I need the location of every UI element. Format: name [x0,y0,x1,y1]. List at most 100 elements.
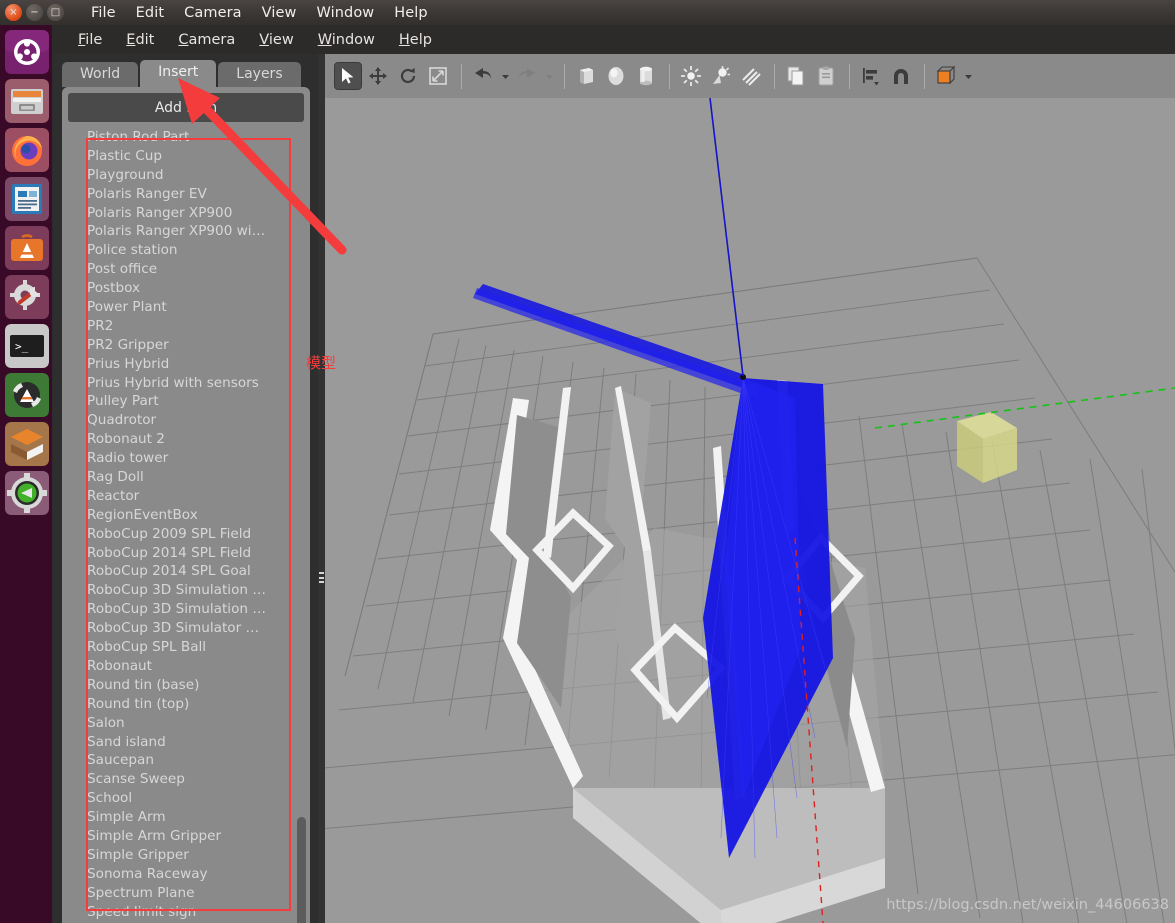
ubuntu-software-icon[interactable] [5,226,49,270]
toolbar-separator [774,63,775,89]
view-angle-dropdown-icon[interactable] [962,62,974,90]
model-list-item[interactable]: RoboCup 2014 SPL Field [62,544,310,563]
model-list-item[interactable]: RoboCup 3D Simulator … [62,619,310,638]
model-list-item[interactable]: RoboCup SPL Ball [62,638,310,657]
align-icon[interactable] [857,62,885,90]
model-list-item[interactable]: Spectrum Plane [62,884,310,903]
compass-icon[interactable] [5,471,49,515]
model-list-item[interactable]: Robonaut [62,657,310,676]
model-list-item[interactable]: Prius Hybrid with sensors [62,374,310,393]
menu-view[interactable]: View [247,32,305,48]
software-updater-icon[interactable] [5,373,49,417]
minimize-icon[interactable]: − [26,4,43,21]
view-angle-icon[interactable] [932,62,960,90]
tab-insert[interactable]: Insert [140,60,217,87]
model-list-item[interactable]: Radio tower [62,449,310,468]
maximize-icon[interactable]: □ [47,4,64,21]
model-list-item[interactable]: Police station [62,241,310,260]
model-list-item[interactable]: Sand island [62,733,310,752]
global-menu-edit[interactable]: Edit [126,5,174,21]
model-list-item[interactable]: Scanse Sweep [62,770,310,789]
model-list-item[interactable]: Saucepan [62,751,310,770]
model-list-item[interactable]: Simple Arm [62,808,310,827]
model-list-item[interactable]: Salon [62,714,310,733]
firefox-icon[interactable] [5,128,49,172]
model-list-item[interactable]: Piston Rod Part [62,128,310,147]
global-menu-view[interactable]: View [252,5,307,21]
rotate-mode-icon[interactable] [394,62,422,90]
model-list-item[interactable]: RoboCup 2014 SPL Goal [62,562,310,581]
translate-mode-icon[interactable] [364,62,392,90]
model-list-item[interactable]: Plastic Cup [62,147,310,166]
scale-mode-icon[interactable] [424,62,452,90]
tab-world[interactable]: World [62,62,139,87]
model-list-item[interactable]: Prius Hybrid [62,355,310,374]
libreoffice-writer-icon[interactable] [5,177,49,221]
global-menu-window[interactable]: Window [306,5,384,21]
model-list-item[interactable]: Reactor [62,487,310,506]
model-list-scrollbar[interactable] [297,277,306,923]
model-list-item[interactable]: Pulley Part [62,392,310,411]
tab-layers[interactable]: Layers [218,62,301,87]
panel-splitter[interactable] [318,54,325,923]
model-list-item[interactable]: Polaris Ranger XP900 wi… [62,222,310,241]
toolbar-separator [849,63,850,89]
snap-icon[interactable] [887,62,915,90]
model-list-item[interactable]: Quadrotor [62,411,310,430]
redo-icon[interactable] [513,62,541,90]
model-list-item[interactable]: RoboCup 2009 SPL Field [62,525,310,544]
menu-camera[interactable]: Camera [166,32,247,48]
gazebo-body: World Insert Layers Add Path Piston Rod … [53,54,1175,923]
model-list[interactable]: Piston Rod Part Plastic Cup Playground Pola… [62,128,310,923]
undo-icon[interactable] [469,62,497,90]
model-list-item[interactable]: Round tin (base) [62,676,310,695]
copy-icon[interactable] [782,62,810,90]
ubuntu-dash-icon[interactable] [5,30,49,74]
model-list-item[interactable]: Simple Arm Gripper [62,827,310,846]
model-list-item[interactable]: RoboCup 3D Simulation … [62,600,310,619]
model-list-item[interactable]: Speed limit sign [62,903,310,922]
redo-dropdown-icon[interactable] [543,62,555,90]
model-list-item[interactable]: Round tin (top) [62,695,310,714]
model-list-item[interactable]: Rag Doll [62,468,310,487]
close-icon[interactable]: × [5,4,22,21]
menu-help[interactable]: Help [387,32,444,48]
undo-dropdown-icon[interactable] [499,62,511,90]
render-viewport[interactable]: https://blog.csdn.net/weixin_44606638 [325,98,1175,923]
model-list-item[interactable]: RegionEventBox [62,506,310,525]
select-mode-icon[interactable] [334,62,362,90]
menu-edit[interactable]: Edit [114,32,166,48]
add-path-button[interactable]: Add Path [68,93,304,122]
menu-window[interactable]: Window [306,32,387,48]
model-list-item[interactable]: Playground [62,166,310,185]
gazebo-box-icon[interactable] [5,422,49,466]
model-list-item[interactable]: Post office [62,260,310,279]
system-settings-icon[interactable] [5,275,49,319]
model-list-item[interactable]: Polaris Ranger EV [62,185,310,204]
model-list-item[interactable]: Postbox [62,279,310,298]
sphere-icon[interactable] [602,62,630,90]
terminal-icon[interactable]: >_ [5,324,49,368]
model-list-item[interactable]: Simple Gripper [62,846,310,865]
model-list-item[interactable]: Polaris Ranger XP900 [62,204,310,223]
files-icon[interactable] [5,79,49,123]
model-list-item[interactable]: Robonaut 2 [62,430,310,449]
global-menu-file[interactable]: File [81,5,126,21]
model-list-item[interactable]: PR2 [62,317,310,336]
splitter-handle-icon[interactable] [319,572,324,583]
model-list-item[interactable]: Sonoma Raceway [62,865,310,884]
menu-file[interactable]: FFileile [66,32,114,48]
global-menu-camera[interactable]: Camera [174,5,252,21]
model-list-item[interactable]: School [62,789,310,808]
paste-icon[interactable] [812,62,840,90]
scrollbar-thumb[interactable] [297,817,306,923]
global-menu-help[interactable]: Help [384,5,437,21]
box-icon[interactable] [572,62,600,90]
model-list-item[interactable]: Power Plant [62,298,310,317]
point-light-icon[interactable] [677,62,705,90]
model-list-item[interactable]: PR2 Gripper [62,336,310,355]
cylinder-icon[interactable] [632,62,660,90]
spot-light-icon[interactable] [707,62,735,90]
model-list-item[interactable]: RoboCup 3D Simulation … [62,581,310,600]
directional-light-icon[interactable] [737,62,765,90]
